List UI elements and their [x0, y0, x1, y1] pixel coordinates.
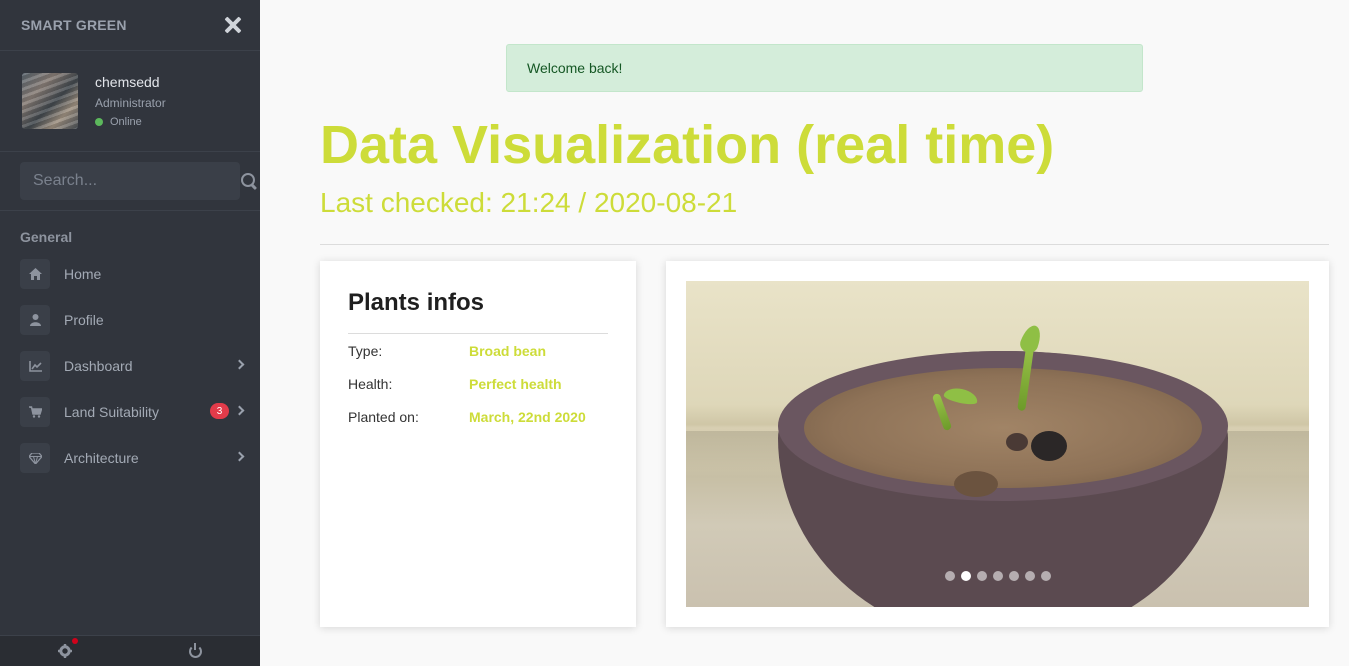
chevron-right-icon: [234, 451, 245, 462]
user-name: chemsedd: [95, 74, 160, 90]
sidebar-item-label: Home: [64, 266, 102, 282]
carousel-indicators: [686, 571, 1309, 581]
sidebar-item-label: Dashboard: [64, 358, 133, 374]
sidebar-item-profile[interactable]: Profile: [0, 297, 260, 343]
info-value: March, 22nd 2020: [469, 408, 586, 425]
sidebar-search: [0, 152, 260, 211]
user-status: Online: [95, 116, 166, 128]
chart-icon: [20, 351, 50, 381]
search-box: [20, 162, 255, 200]
cart-icon: [20, 397, 50, 427]
chevron-right-icon: [234, 359, 245, 370]
carousel-dot[interactable]: [992, 571, 1003, 581]
welcome-alert: Welcome back!: [506, 44, 1143, 92]
notification-dot: [72, 638, 78, 644]
plant-card-title: Plants infos: [348, 289, 608, 334]
carousel-dot[interactable]: [1024, 571, 1035, 581]
soil: [804, 368, 1202, 488]
sidebar-item-label: Architecture: [64, 450, 139, 466]
carousel-dot-active[interactable]: [960, 571, 971, 581]
carousel-dot[interactable]: [976, 571, 987, 581]
sidebar: SMART GREEN chemsedd Administrator Onlin…: [0, 0, 260, 666]
sidebar-footer: [0, 635, 260, 666]
sidebar-brand: SMART GREEN: [0, 0, 260, 51]
last-checked-subtitle: Last checked: 21:24 / 2020-08-21: [320, 187, 738, 218]
info-value: Perfect health: [469, 375, 562, 392]
plant-carousel-image[interactable]: [686, 281, 1309, 607]
sidebar-item-architecture[interactable]: Architecture: [0, 435, 260, 481]
menu-section-title: General: [20, 229, 73, 245]
info-label: Planted on:: [348, 408, 419, 425]
diamond-icon: [20, 443, 50, 473]
brand-title: SMART GREEN: [21, 17, 127, 33]
soil-clod: [954, 471, 998, 497]
main-content: Welcome back! Data Visualization (real t…: [260, 0, 1349, 666]
soil-clod: [1031, 431, 1067, 461]
sidebar-item-label: Land Suitability: [64, 404, 159, 420]
gear-icon: [58, 644, 72, 658]
user-status-label: Online: [110, 116, 142, 128]
user-info: chemsedd Administrator Online: [95, 74, 166, 128]
sidebar-item-home[interactable]: Home: [0, 251, 260, 297]
home-icon: [20, 259, 50, 289]
info-row-type: Type: Broad bean: [348, 334, 608, 367]
sidebar-item-label: Profile: [64, 312, 104, 328]
info-label: Type:: [348, 342, 383, 359]
close-icon[interactable]: [224, 16, 242, 34]
search-input[interactable]: [33, 172, 240, 190]
carousel-dot[interactable]: [1008, 571, 1019, 581]
user-panel: chemsedd Administrator Online: [0, 51, 260, 152]
sidebar-item-land-suitability[interactable]: Land Suitability 3: [0, 389, 260, 435]
user-role: Administrator: [95, 96, 166, 110]
avatar[interactable]: [22, 73, 78, 129]
carousel-dot[interactable]: [944, 571, 955, 581]
info-row-health: Health: Perfect health: [348, 367, 608, 400]
logout-button[interactable]: [130, 636, 260, 666]
power-icon: [188, 642, 202, 658]
online-status-icon: [95, 118, 103, 126]
info-label: Health:: [348, 375, 393, 392]
soil-clod: [1006, 433, 1028, 451]
plant-info-card: Plants infos Type: Broad bean Health: Pe…: [320, 261, 636, 627]
page-title: Data Visualization (real time): [320, 115, 1055, 175]
plant-photo-card: [666, 261, 1329, 627]
carousel-dot[interactable]: [1040, 571, 1051, 581]
divider: [320, 244, 1329, 245]
sidebar-item-dashboard[interactable]: Dashboard: [0, 343, 260, 389]
info-row-planted-on: Planted on: March, 22nd 2020: [348, 400, 608, 433]
chevron-right-icon: [234, 405, 245, 416]
notification-badge: 3: [210, 403, 229, 419]
settings-button[interactable]: [0, 636, 130, 666]
user-icon: [20, 305, 50, 335]
info-value: Broad bean: [469, 342, 547, 359]
